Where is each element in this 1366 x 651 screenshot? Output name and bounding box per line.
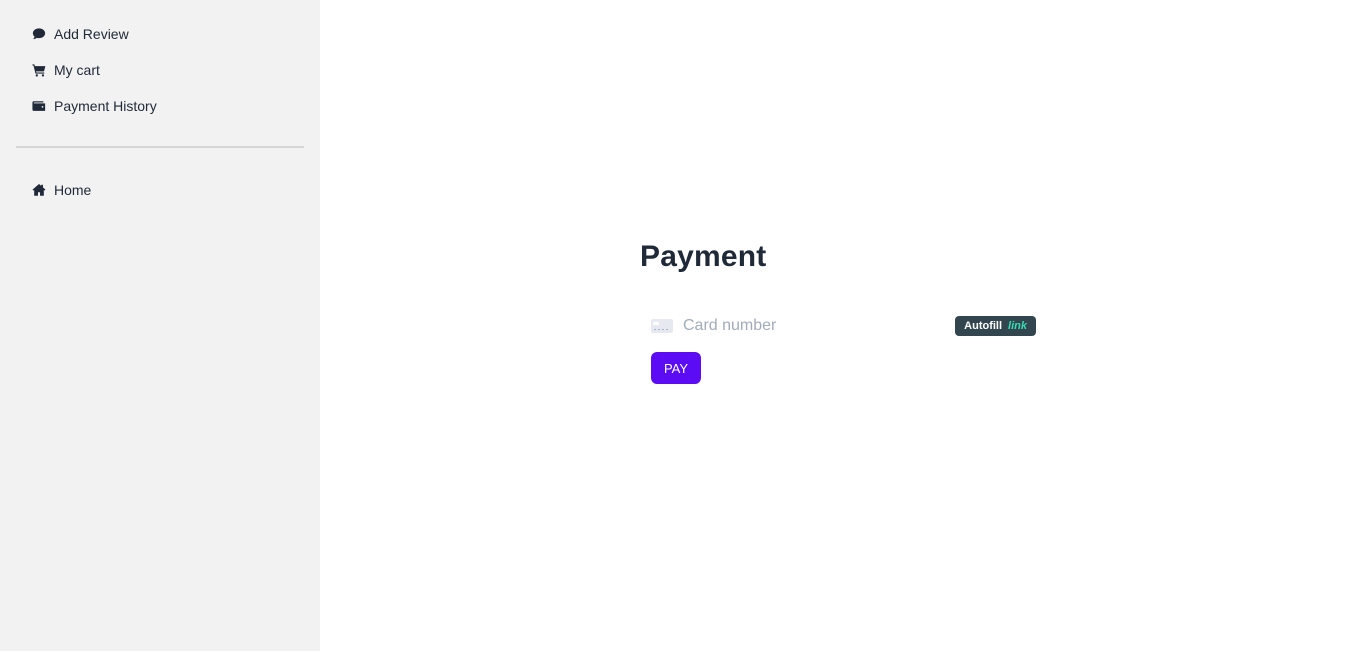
cart-icon xyxy=(32,63,46,77)
sidebar-divider xyxy=(16,146,304,148)
link-brand-logo: link xyxy=(1008,320,1027,332)
sidebar-item-my-cart[interactable]: My cart xyxy=(16,52,304,88)
comment-icon xyxy=(32,27,46,41)
page-title: Payment xyxy=(640,240,767,273)
payment-form: Payment Autofill link PAY xyxy=(640,240,1040,384)
main-content: Payment Autofill link PAY xyxy=(320,0,1366,651)
app-root: Add Review My cart Payment History Home … xyxy=(0,0,1366,651)
sidebar-item-label: My cart xyxy=(54,62,100,78)
card-number-input[interactable] xyxy=(683,314,923,338)
sidebar-item-label: Payment History xyxy=(54,98,157,114)
sidebar-item-label: Add Review xyxy=(54,26,129,42)
sidebar-item-home[interactable]: Home xyxy=(16,172,304,208)
sidebar-item-add-review[interactable]: Add Review xyxy=(16,16,304,52)
credit-card-icon xyxy=(651,319,673,333)
autofill-label: Autofill xyxy=(964,320,1003,332)
wallet-icon xyxy=(32,99,46,113)
sidebar-nav: Add Review My cart Payment History xyxy=(16,16,304,124)
sidebar: Add Review My cart Payment History Home xyxy=(0,0,320,651)
home-icon xyxy=(32,183,46,197)
sidebar-secondary-nav: Home xyxy=(16,172,304,208)
card-number-row: Autofill link xyxy=(651,314,1036,338)
pay-button[interactable]: PAY xyxy=(651,352,701,384)
sidebar-item-payment-history[interactable]: Payment History xyxy=(16,88,304,124)
autofill-link-button[interactable]: Autofill link xyxy=(955,316,1036,336)
sidebar-item-label: Home xyxy=(54,182,92,198)
